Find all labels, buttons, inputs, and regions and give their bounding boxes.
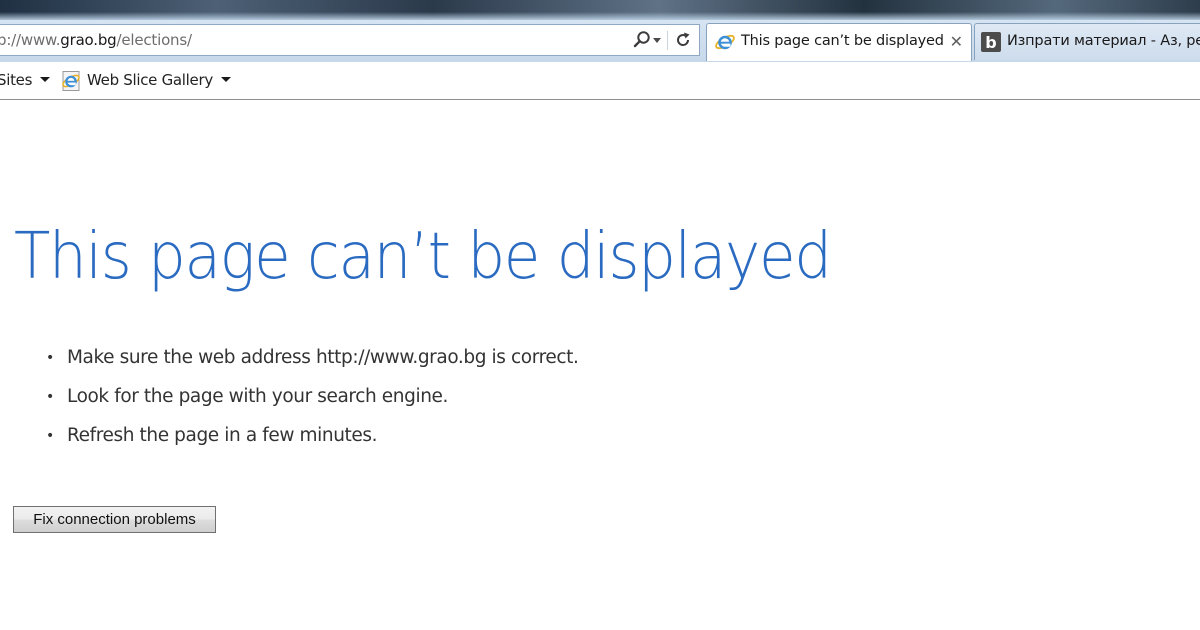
favorites-item-web-slice-gallery[interactable]: Web Slice Gallery <box>87 71 231 89</box>
favorites-item-label: Web Slice Gallery <box>87 71 213 89</box>
address-url-path: /elections/ <box>116 31 193 49</box>
list-item: • Refresh the page in a few minutes. <box>46 418 578 457</box>
address-bar[interactable]: p://www.grao.bg/elections/ <box>0 24 700 56</box>
fix-connection-problems-button[interactable]: Fix connection problems <box>13 506 216 533</box>
ie-icon <box>714 31 736 53</box>
dropdown-arrow-icon[interactable] <box>650 29 664 51</box>
refresh-icon[interactable] <box>672 29 694 51</box>
tab-title: Изпрати материал - Аз, ре <box>1007 33 1200 49</box>
tip-text: Make sure the web address http://www.gra… <box>67 347 579 368</box>
bullet-icon: • <box>46 428 54 444</box>
address-url-prefix: p://www. <box>0 31 61 49</box>
svg-text:b: b <box>985 33 996 52</box>
ie-icon <box>60 70 82 92</box>
chevron-down-icon <box>220 77 231 82</box>
favorites-item-label: Sites <box>0 71 33 89</box>
tab-title: This page can’t be displayed <box>741 33 944 49</box>
list-item: • Make sure the web address http://www.gr… <box>46 340 579 379</box>
tab-inactive[interactable]: b Изпрати материал - Аз, ре <box>974 23 1200 60</box>
address-url[interactable]: p://www.grao.bg/elections/ <box>0 31 192 49</box>
bullet-icon: • <box>46 350 54 366</box>
b-site-icon: b <box>981 32 1003 54</box>
tip-text: Look for the page with your search engin… <box>67 386 448 407</box>
address-url-host: grao.bg <box>60 31 117 49</box>
favorites-item-sites[interactable]: Sites <box>0 71 51 89</box>
tip-text: Refresh the page in a few minutes. <box>67 425 378 446</box>
list-item: • Look for the page with your search engi… <box>46 379 578 418</box>
window-frame <box>0 0 1200 20</box>
chevron-down-icon <box>40 77 51 82</box>
page-title: This page can’t be displayed <box>14 220 832 294</box>
address-divider <box>667 31 668 50</box>
close-icon[interactable]: ✕ <box>950 33 963 51</box>
tab-active[interactable]: This page can’t be displayed ✕ <box>706 23 972 61</box>
tips-list: • Make sure the web address http://www.gr… <box>46 340 579 457</box>
browser-window: p://www.grao.bg/elections/ This page can… <box>0 0 1200 630</box>
bullet-icon: • <box>46 389 54 405</box>
